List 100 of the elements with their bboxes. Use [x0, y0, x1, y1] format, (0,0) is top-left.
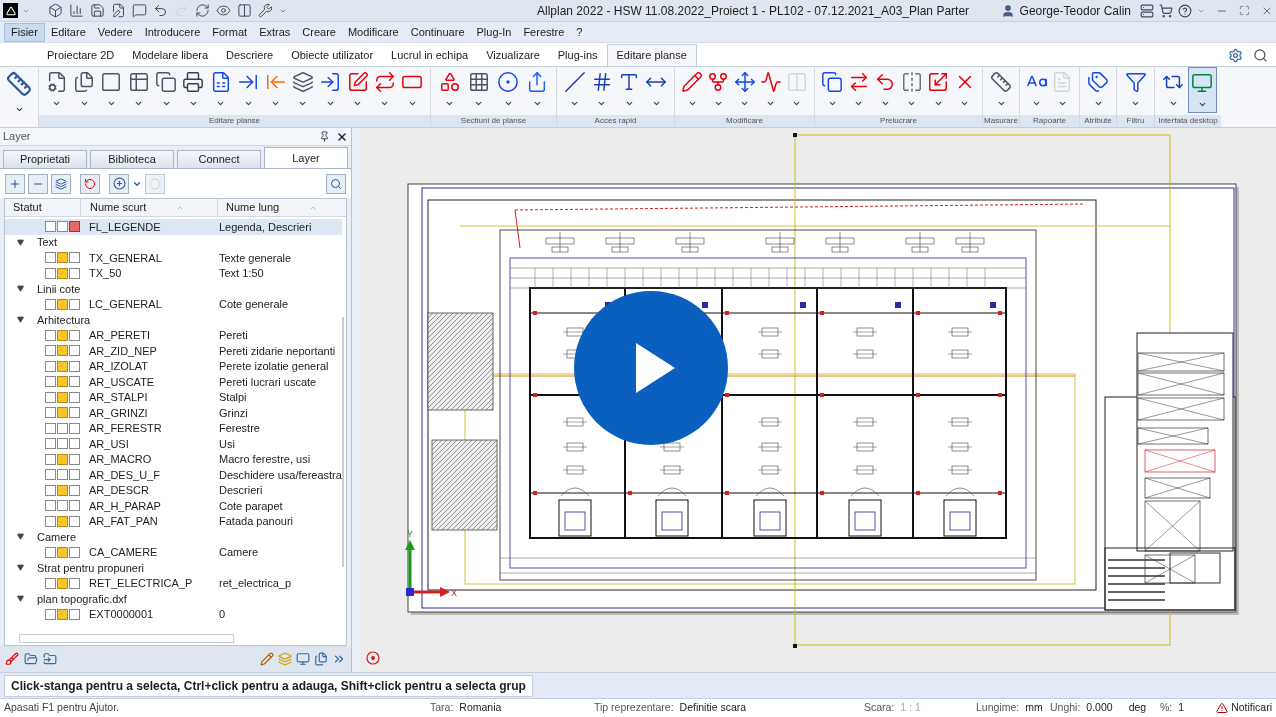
ribbon-tab[interactable]: Obiecte utilizator [282, 44, 383, 66]
status-box[interactable] [57, 329, 68, 341]
status-box[interactable] [57, 469, 68, 481]
column-header[interactable]: Nume lung [218, 199, 280, 216]
layer-row[interactable]: LC_GENERAL Cote generale [5, 296, 342, 312]
status-box[interactable] [69, 360, 80, 372]
status-box[interactable] [57, 500, 68, 512]
status-box[interactable] [69, 484, 80, 496]
menu-item[interactable]: Extras [253, 22, 297, 42]
play-button[interactable] [574, 291, 728, 445]
monitor-icon[interactable] [296, 652, 310, 666]
status-box[interactable] [69, 252, 80, 264]
menu-item[interactable]: Vedere [91, 22, 139, 42]
status-box[interactable] [69, 407, 80, 419]
panel-tab[interactable]: Layer [264, 147, 348, 168]
layer-row[interactable]: TX_50 Text 1:50 [5, 265, 342, 281]
layer-row[interactable]: AR_ZID_NEP Pereti zidarie neportanti [5, 343, 342, 359]
status-box[interactable] [57, 453, 68, 465]
status-box[interactable] [69, 500, 80, 512]
search-icon[interactable] [1253, 47, 1268, 63]
status-box[interactable] [57, 407, 68, 419]
status-box[interactable] [45, 515, 56, 527]
menu-item[interactable]: Modificare [341, 22, 405, 42]
ribbon-tab[interactable]: Editare planse [606, 44, 697, 66]
layer-row[interactable]: AR_IZOLAT Perete izolatie general [5, 358, 342, 374]
layer-row[interactable]: CA_CAMERE Camere [5, 544, 342, 560]
more-icon[interactable] [332, 652, 346, 666]
status-box[interactable] [57, 221, 68, 233]
status-box[interactable] [57, 515, 68, 527]
panel-tab[interactable]: Proprietati [3, 150, 87, 168]
layer-row[interactable]: AR_GRINZI Grinzi [5, 405, 342, 421]
search-button[interactable] [326, 173, 346, 194]
status-box[interactable] [45, 391, 56, 403]
status-box[interactable] [45, 422, 56, 434]
server-icon[interactable] [1140, 3, 1154, 18]
status-box[interactable] [69, 515, 80, 527]
status-box[interactable] [45, 608, 56, 620]
menu-item[interactable]: Introducere [138, 22, 207, 42]
eye-icon[interactable] [216, 3, 231, 18]
expanded-arrow-icon[interactable] [17, 564, 24, 572]
menu-item[interactable]: Plug-In [470, 22, 518, 42]
status-box[interactable] [69, 422, 80, 434]
expanded-arrow-icon[interactable] [17, 316, 24, 324]
status-box[interactable] [45, 221, 56, 233]
status-box[interactable] [57, 267, 68, 279]
menu-item[interactable]: ? [570, 22, 589, 42]
status-box[interactable] [69, 298, 80, 310]
cart-icon[interactable] [1159, 3, 1173, 18]
expanded-arrow-icon[interactable] [17, 533, 24, 541]
layer-row[interactable]: AR_STALPI Stalpi [5, 389, 342, 405]
status-box[interactable] [57, 438, 68, 450]
status-box[interactable] [45, 438, 56, 450]
status-box[interactable] [45, 500, 56, 512]
status-box[interactable] [69, 267, 80, 279]
tools-icon[interactable] [258, 3, 273, 18]
undo-icon[interactable] [153, 3, 168, 18]
panel-tab[interactable]: Biblioteca [90, 150, 174, 168]
snap-target-icon[interactable] [366, 651, 380, 665]
status-box[interactable] [69, 453, 80, 465]
ribbon-tab[interactable]: Proiectare 2D [38, 44, 124, 66]
user-icon[interactable] [1000, 3, 1015, 18]
status-box[interactable] [45, 345, 56, 357]
status-box[interactable] [57, 360, 68, 372]
menu-item[interactable]: Format [206, 22, 254, 42]
layer-row[interactable]: TX_GENERAL Texte generale [5, 250, 342, 266]
notifications-link[interactable]: Notificari [1231, 700, 1272, 716]
layer-row[interactable]: AR_PERETI Pereti [5, 327, 342, 343]
status-box[interactable] [69, 438, 80, 450]
documents-icon[interactable] [314, 652, 328, 666]
ribbon-tab[interactable]: Lucrul in echipa [382, 44, 478, 66]
layer-row[interactable]: AR_FERESTR Ferestre [5, 420, 342, 436]
menu-item[interactable]: Ferestre [517, 22, 571, 42]
layer-row[interactable]: RET_ELECTRICA_P ret_electrica_p [5, 575, 342, 591]
pin-icon[interactable] [319, 131, 330, 142]
speech-bubble-icon[interactable] [132, 3, 147, 18]
ribbon-tab[interactable]: Plug-ins [548, 44, 607, 66]
status-box[interactable] [45, 484, 56, 496]
document-pen-icon[interactable] [111, 3, 126, 18]
status-box[interactable] [57, 391, 68, 403]
expanded-arrow-icon[interactable] [17, 595, 24, 603]
status-box[interactable] [57, 484, 68, 496]
status-box[interactable] [69, 345, 80, 357]
status-box[interactable] [45, 267, 56, 279]
brush-icon[interactable] [5, 652, 19, 666]
settings-icon[interactable] [1228, 47, 1243, 63]
status-box[interactable] [45, 252, 56, 264]
layer-row[interactable]: AR_DES_U_F Deschidere usa/fereastra [5, 467, 342, 483]
layer-row[interactable]: AR_DESCR Descrieri [5, 482, 342, 498]
layers-icon[interactable] [278, 652, 292, 666]
expanded-arrow-icon[interactable] [17, 285, 24, 293]
ribbon-tab[interactable]: Vizualizare [477, 44, 549, 66]
status-box[interactable] [69, 608, 80, 620]
ribbon-button[interactable] [1187, 67, 1217, 113]
close-icon[interactable] [336, 130, 348, 143]
status-box[interactable] [69, 391, 80, 403]
status-box[interactable] [45, 546, 56, 558]
warning-icon[interactable] [1216, 702, 1229, 714]
layer-row[interactable]: AR_USCATE Pereti lucrari uscate [5, 374, 342, 390]
caret-icon[interactable] [14, 105, 24, 114]
pencil-icon[interactable] [260, 652, 274, 666]
